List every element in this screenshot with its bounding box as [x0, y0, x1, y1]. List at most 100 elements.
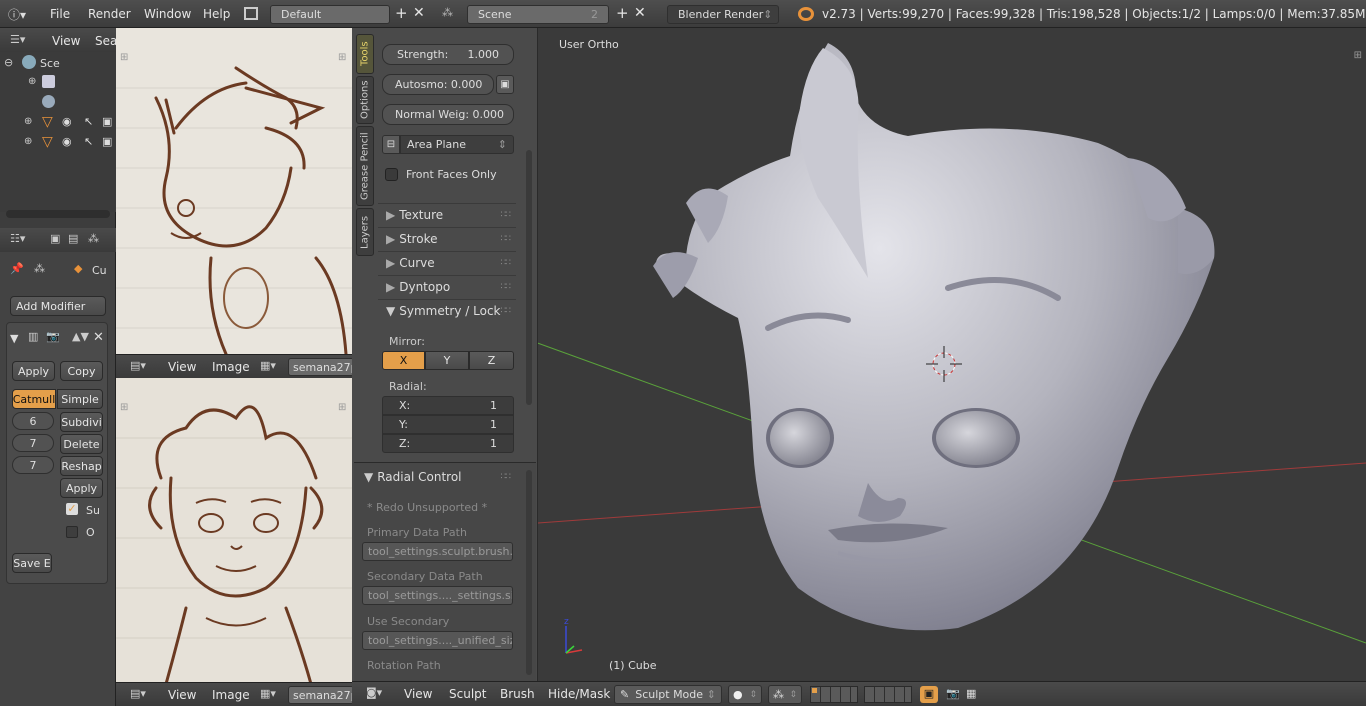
image-editor-icon[interactable]: ▤▾	[130, 687, 146, 700]
mirror-z-toggle[interactable]: Z	[469, 351, 514, 370]
sculpt-menu[interactable]: Sculpt	[449, 687, 486, 701]
lock-icon[interactable]: ⊟	[382, 135, 400, 154]
render-tab-icon[interactable]: ▣	[50, 232, 60, 245]
close-scene-icon[interactable]: ✕	[634, 5, 646, 21]
brush-menu[interactable]: Brush	[500, 687, 535, 701]
tab-tools[interactable]: Tools	[356, 34, 374, 74]
autosmooth-slider[interactable]: Autosmo: 0.000	[382, 74, 494, 95]
add-modifier-button[interactable]: Add Modifier	[10, 296, 106, 316]
render-camera-icon[interactable]: ▣	[102, 115, 112, 128]
simple-button[interactable]: Simple	[57, 389, 103, 409]
panel-radial-control[interactable]: ▼ Radial Control ∷∷	[362, 466, 516, 488]
menu-file[interactable]: File	[50, 7, 70, 21]
mirror-y-toggle[interactable]: Y	[425, 351, 469, 370]
image-corner-plus-icon[interactable]: ⊞	[338, 402, 346, 413]
hide-mask-menu[interactable]: Hide/Mask	[548, 687, 610, 701]
expand-icon[interactable]: ⊕	[24, 136, 32, 147]
subdiv-level-view[interactable]: 6	[12, 412, 54, 430]
display-render-icon[interactable]: 📷	[46, 330, 60, 343]
collapse-arrow-icon[interactable]: ▼	[10, 332, 18, 345]
outliner-editor-icon[interactable]: ☰▾	[10, 33, 30, 47]
scene-layers-grid[interactable]	[810, 686, 858, 703]
image1-view-menu[interactable]: View	[168, 360, 196, 374]
image-corner-plus-icon[interactable]: ⊞	[120, 52, 128, 63]
image-editor-icon[interactable]: ▤▾	[130, 359, 146, 372]
scene-tab-icon[interactable]: ⁂	[88, 232, 99, 245]
image-corner-plus-icon[interactable]: ⊞	[338, 52, 346, 63]
remove-modifier-icon[interactable]: ✕	[93, 330, 104, 345]
render-camera-icon[interactable]: ▣	[102, 135, 112, 148]
reshape-button[interactable]: Reshap	[60, 456, 103, 476]
modifier-apply-button[interactable]: Apply	[12, 361, 55, 381]
radial-z-field[interactable]: Z: 1	[382, 434, 514, 453]
scene-layers-grid-2[interactable]	[864, 686, 912, 703]
view-menu[interactable]: View	[404, 687, 432, 701]
close-layout-icon[interactable]: ✕	[413, 5, 425, 21]
radial-x-field[interactable]: X: 1	[382, 396, 514, 415]
expand-icon[interactable]: ⊕	[24, 116, 32, 127]
info-editor-icon[interactable]: ⓘ▾	[8, 6, 30, 22]
mirror-x-toggle[interactable]: X	[382, 351, 425, 370]
menu-render[interactable]: Render	[88, 7, 131, 21]
panel-stroke[interactable]: ▶ Stroke ∷∷	[378, 227, 516, 249]
checkbox-checked[interactable]: ✓	[66, 503, 78, 515]
panel-curve[interactable]: ▶ Curve ∷∷	[378, 251, 516, 273]
radial-y-field[interactable]: Y: 1	[382, 415, 514, 434]
select-cursor-icon[interactable]: ↖	[84, 115, 93, 128]
panel-dyntopo[interactable]: ▶ Dyntopo ∷∷	[378, 275, 516, 297]
redo-scrollbar[interactable]	[526, 470, 532, 675]
viewport-corner-plus-icon[interactable]: ⊞	[1354, 50, 1362, 61]
strength-slider[interactable]: Strength: 1.000	[382, 44, 514, 65]
subdiv-level-sculpt[interactable]: 7	[12, 456, 54, 474]
pin-icon[interactable]: 📌	[10, 262, 24, 275]
sculpt-head-model[interactable]: z	[538, 28, 1366, 681]
scene-selector[interactable]: Scene 2	[467, 5, 609, 24]
move-up-down-icon[interactable]: ▲▼	[72, 330, 89, 343]
checkbox-unchecked[interactable]	[66, 526, 78, 538]
scene-icon[interactable]: ⁂	[442, 6, 460, 22]
render-engine-select[interactable]: Blender Render ⇕	[667, 5, 779, 24]
catmull-clark-button[interactable]: Catmull	[12, 389, 56, 409]
add-scene-icon[interactable]: +	[616, 4, 629, 22]
image2-image-menu[interactable]: Image	[212, 688, 250, 702]
select-cursor-icon[interactable]: ↖	[84, 135, 93, 148]
drag-grip-icon[interactable]: ∷∷	[501, 472, 512, 482]
add-layout-icon[interactable]: +	[395, 4, 408, 22]
apply-base-button[interactable]: Apply	[60, 478, 103, 498]
image2-filename[interactable]: semana27p	[288, 686, 354, 704]
drag-grip-icon[interactable]: ∷∷	[501, 282, 512, 292]
subdiv-level-render[interactable]: 7	[12, 434, 54, 452]
lock-camera-icon[interactable]: ▣	[920, 686, 938, 703]
panel-symmetry-lock[interactable]: ▼ Symmetry / Lock ∷∷	[378, 299, 516, 321]
tab-grease-pencil[interactable]: Grease Pencil	[356, 126, 374, 206]
properties-editor-icon[interactable]: ☷▾	[10, 232, 25, 245]
3d-view-editor-icon[interactable]: ◙▾	[366, 686, 382, 699]
image-browse-icon[interactable]: ▦▾	[260, 359, 276, 372]
mode-select[interactable]: ✎ Sculpt Mode ⇕	[614, 685, 722, 704]
drag-grip-icon[interactable]: ∷∷	[501, 306, 512, 316]
image2-view-menu[interactable]: View	[168, 688, 196, 702]
tool-shelf-scrollbar[interactable]	[526, 150, 532, 405]
collapse-icon[interactable]: ⊖	[4, 56, 13, 69]
outliner-view-menu[interactable]: View	[52, 34, 80, 48]
menu-help[interactable]: Help	[203, 7, 230, 21]
image-browse-icon[interactable]: ▦▾	[260, 687, 276, 700]
outliner-scene-label[interactable]: Sce	[40, 57, 60, 70]
shading-select[interactable]: ● ⇕	[728, 685, 762, 704]
modifier-copy-button[interactable]: Copy	[60, 361, 103, 381]
pressure-toggle-icon[interactable]: ▣	[496, 75, 514, 94]
tab-options[interactable]: Options	[356, 76, 374, 124]
save-external-button[interactable]: Save E	[12, 553, 52, 573]
pivot-select[interactable]: ⁂ ⇕	[768, 685, 802, 704]
menu-window[interactable]: Window	[144, 7, 191, 21]
layout-icon[interactable]	[244, 7, 258, 20]
drag-grip-icon[interactable]: ∷∷	[501, 210, 512, 220]
image1-filename[interactable]: semana27p	[288, 358, 354, 376]
area-plane-select[interactable]: Area Plane ⇕	[400, 135, 514, 154]
panel-texture[interactable]: ▶ Texture ∷∷	[378, 203, 516, 225]
clapboard-icon[interactable]: ▦	[966, 687, 976, 700]
normal-weight-slider[interactable]: Normal Weig: 0.000	[382, 104, 514, 125]
tab-layers[interactable]: Layers	[356, 208, 374, 256]
visibility-eye-icon[interactable]: ◉	[62, 115, 72, 128]
drag-grip-icon[interactable]: ∷∷	[501, 258, 512, 268]
